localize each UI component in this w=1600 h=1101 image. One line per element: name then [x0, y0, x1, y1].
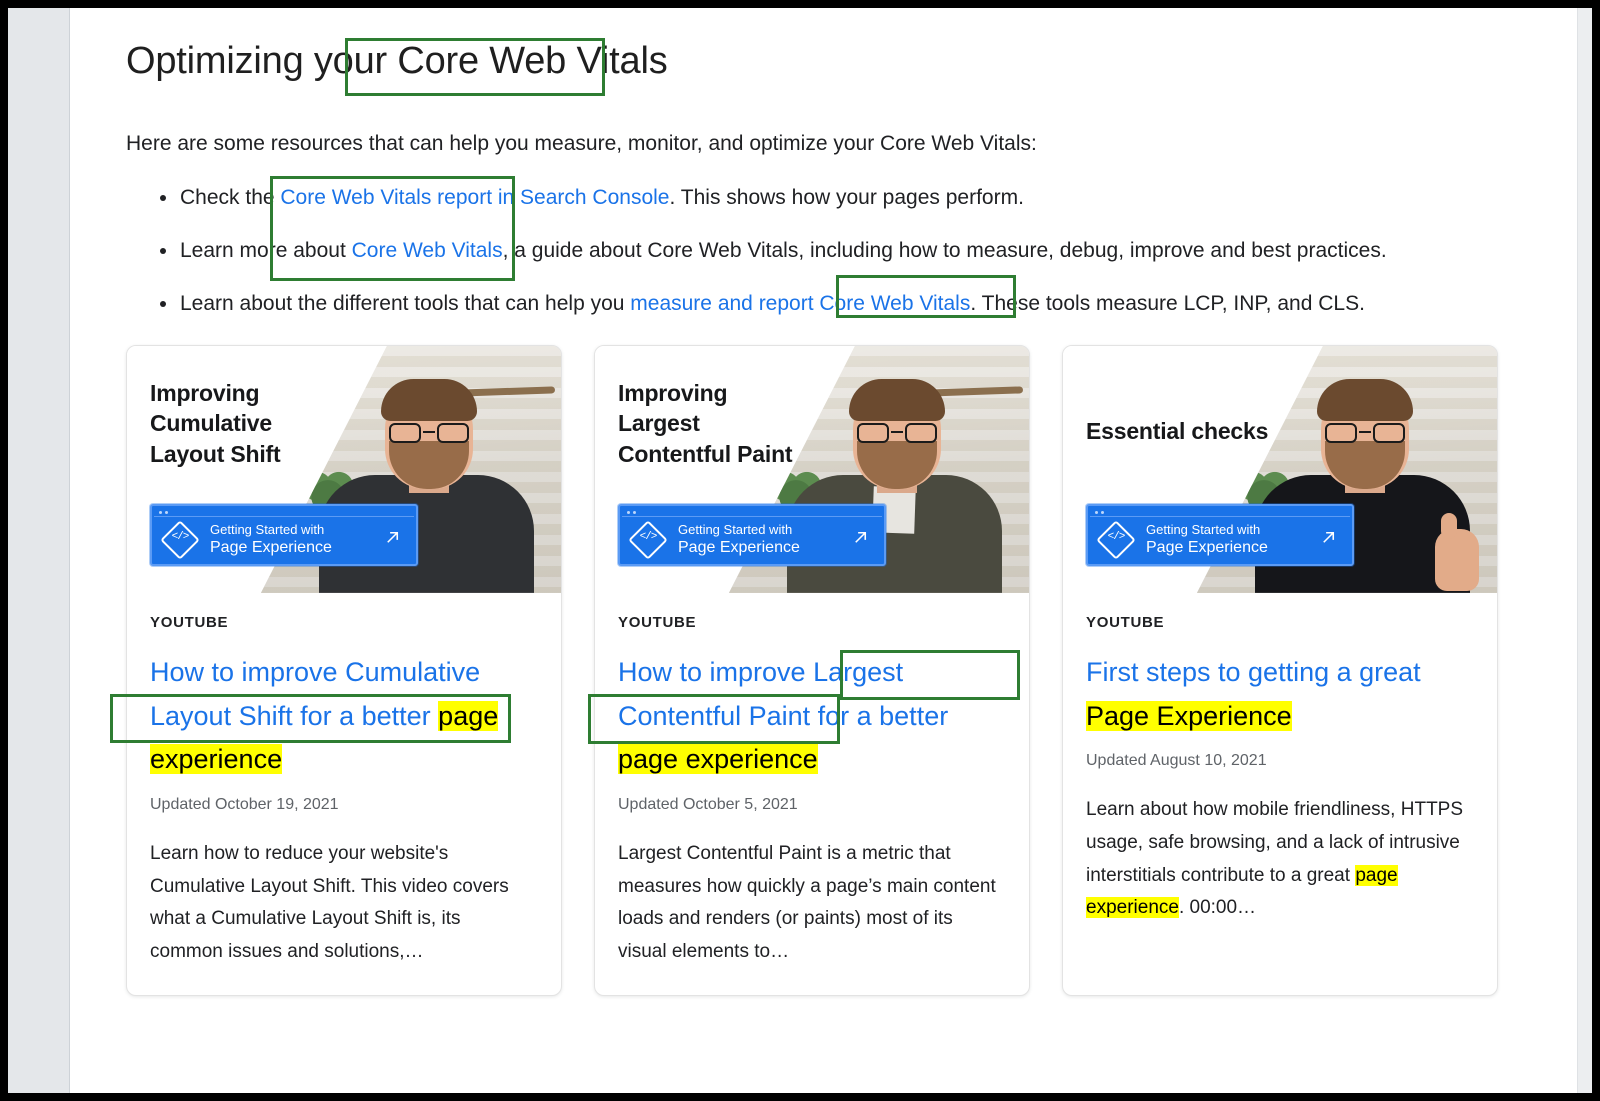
code-glyph: </> [1107, 530, 1126, 543]
card-description: Largest Contentful Paint is a metric tha… [618, 843, 996, 963]
resource-card-list: Improving Cumulative Layout Shift </> Ge… [126, 344, 1536, 996]
intro-paragraph: Here are some resources that can help yo… [126, 132, 1037, 155]
video-thumbnail[interactable]: Improving Cumulative Layout Shift </> Ge… [127, 345, 561, 593]
card-updated-date: Updated August 10, 2021 [1086, 752, 1267, 770]
bullet-text-post: , a guide about Core Web Vitals, includi… [502, 239, 1387, 263]
description-post: . 00:00… [1178, 897, 1257, 919]
card-title-highlight: Page Experience [1086, 700, 1292, 731]
banner-line-1: Getting Started with [678, 521, 793, 537]
banner-line-2: Page Experience [678, 539, 800, 557]
page-title-highlight: Core Web Vitals [397, 40, 668, 82]
list-item: Learn about the different tools that can… [160, 289, 1536, 319]
resource-card[interactable]: Improving Largest Contentful Paint </> G… [594, 344, 1030, 996]
core-web-vitals-report-link[interactable]: Core Web Vitals report in Search Console [280, 186, 669, 209]
card-source: YOUTUBE [1086, 613, 1165, 631]
thumbnail-title: Improving Cumulative Layout Shift [150, 379, 281, 468]
resource-card[interactable]: Improving Cumulative Layout Shift </> Ge… [126, 344, 562, 996]
list-item: Learn more about Core Web Vitals, a guid… [160, 236, 1536, 266]
thumbnail-title: Improving Largest Contentful Paint [618, 379, 793, 468]
card-title-part: How to improve [618, 656, 814, 687]
card-title-part: How to improve [150, 656, 346, 687]
card-title[interactable]: How to improve Largest Contentful Paint … [618, 651, 1006, 782]
left-gutter [8, 8, 70, 1093]
card-description: Learn how to reduce your website's Cumul… [150, 843, 509, 963]
external-arrow-icon [1323, 531, 1335, 543]
page-experience-banner: </> Getting Started with Page Experience [1086, 503, 1354, 566]
page-experience-banner: </> Getting Started with Page Experience [150, 503, 418, 566]
card-source: YOUTUBE [618, 613, 697, 631]
document-content: Optimizing your Core Web Vitals Here are… [71, 8, 1576, 1093]
card-updated-date: Updated October 19, 2021 [150, 796, 339, 814]
bullet-text-pre: Check the [180, 186, 281, 210]
card-updated-date: Updated October 5, 2021 [618, 796, 798, 814]
card-description: Learn about how mobile friendliness, HTT… [1086, 794, 1474, 925]
browser-viewport: Optimizing your Core Web Vitals Here are… [8, 8, 1592, 1093]
video-thumbnail[interactable]: Improving Largest Contentful Paint </> G… [595, 345, 1029, 593]
bullet-text-pre: Learn about the different tools that can… [180, 292, 631, 316]
resource-card[interactable]: Essential checks </> Getting Started wit… [1062, 344, 1498, 996]
page-scrollbar[interactable] [1577, 8, 1592, 1093]
core-web-vitals-guide-link[interactable]: Core Web Vitals [352, 239, 503, 262]
card-body: YOUTUBE First steps to getting a great P… [1063, 593, 1497, 951]
page-experience-banner: </> Getting Started with Page Experience [618, 503, 886, 566]
bullet-text-pre: Learn more about [180, 239, 352, 263]
banner-line-2: Page Experience [1146, 539, 1268, 557]
external-arrow-icon [855, 531, 867, 543]
banner-line-1: Getting Started with [1146, 521, 1261, 537]
card-title-part: for a better [292, 700, 439, 731]
card-title[interactable]: First steps to getting a great Page Expe… [1086, 651, 1474, 738]
video-thumbnail[interactable]: Essential checks </> Getting Started wit… [1063, 345, 1497, 593]
page-title-prefix: Optimizing your [126, 40, 398, 82]
code-glyph: </> [639, 530, 658, 543]
bullet-text-post: . These tools measure LCP, INP, and CLS. [970, 292, 1365, 316]
card-body: YOUTUBE How to improve Cumulative Layout… [127, 593, 561, 995]
resources-list: Check the Core Web Vitals report in Sear… [126, 183, 1536, 318]
banner-line-1: Getting Started with [210, 521, 325, 537]
card-source: YOUTUBE [150, 613, 229, 631]
card-title[interactable]: How to improve Cumulative Layout Shift f… [150, 651, 538, 782]
list-item: Check the Core Web Vitals report in Sear… [160, 183, 1536, 213]
card-title-part: First steps to getting a great [1086, 656, 1421, 687]
banner-line-2: Page Experience [210, 539, 332, 557]
thumbs-up-hand [1435, 512, 1479, 591]
card-title-part: for a better [810, 700, 949, 731]
page-title: Optimizing your Core Web Vitals [126, 40, 1536, 83]
card-title-highlight: page experience [618, 744, 818, 775]
thumbnail-title: Essential checks [1086, 417, 1269, 444]
description-pre: Learn about how mobile friendliness, HTT… [1086, 799, 1464, 886]
bullet-text-post: . This shows how your pages perform. [669, 186, 1024, 210]
measure-and-report-link[interactable]: measure and report Core Web Vitals [630, 292, 970, 315]
code-glyph: </> [171, 530, 190, 543]
card-body: YOUTUBE How to improve Largest Contentfu… [595, 593, 1029, 995]
external-arrow-icon [387, 531, 399, 543]
